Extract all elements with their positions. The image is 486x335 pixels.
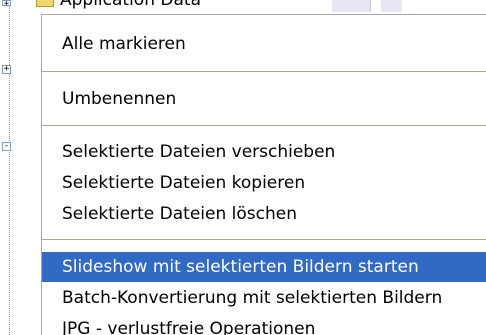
context-menu: Alle markieren Umbenennen Selektierte Da… (41, 14, 486, 335)
list-selection-gap (370, 0, 381, 12)
menu-item-jpg-lossless-operations[interactable]: JPG - verlustfreie Operationen (42, 314, 486, 335)
menu-separator (42, 71, 486, 72)
tree-expand-icon[interactable]: + (2, 0, 11, 9)
folder-icon (36, 0, 54, 7)
menu-item-batch-conversion[interactable]: Batch-Konvertierung mit selektierten Bil… (42, 283, 486, 313)
menu-item-delete-selected[interactable]: Selektierte Dateien löschen (42, 199, 486, 229)
tree-expand-icon[interactable]: + (2, 65, 11, 74)
menu-separator (42, 125, 486, 126)
menu-item-select-all[interactable]: Alle markieren (42, 29, 486, 59)
menu-item-move-selected[interactable]: Selektierte Dateien verschieben (42, 137, 486, 167)
tree-collapse-icon[interactable]: - (2, 142, 11, 151)
tree-connector-line (9, 0, 10, 335)
menu-item-start-slideshow[interactable]: Slideshow mit selektierten Bildern start… (42, 252, 486, 282)
tree-view-strip: + + - (0, 0, 12, 335)
tree-item-label: Application Data (60, 0, 201, 10)
list-selection-highlight (332, 0, 402, 12)
menu-item-copy-selected[interactable]: Selektierte Dateien kopieren (42, 168, 486, 198)
menu-separator (42, 239, 486, 240)
tree-item-application-data[interactable]: Application Data (12, 0, 486, 14)
menu-item-rename[interactable]: Umbenennen (42, 84, 486, 114)
